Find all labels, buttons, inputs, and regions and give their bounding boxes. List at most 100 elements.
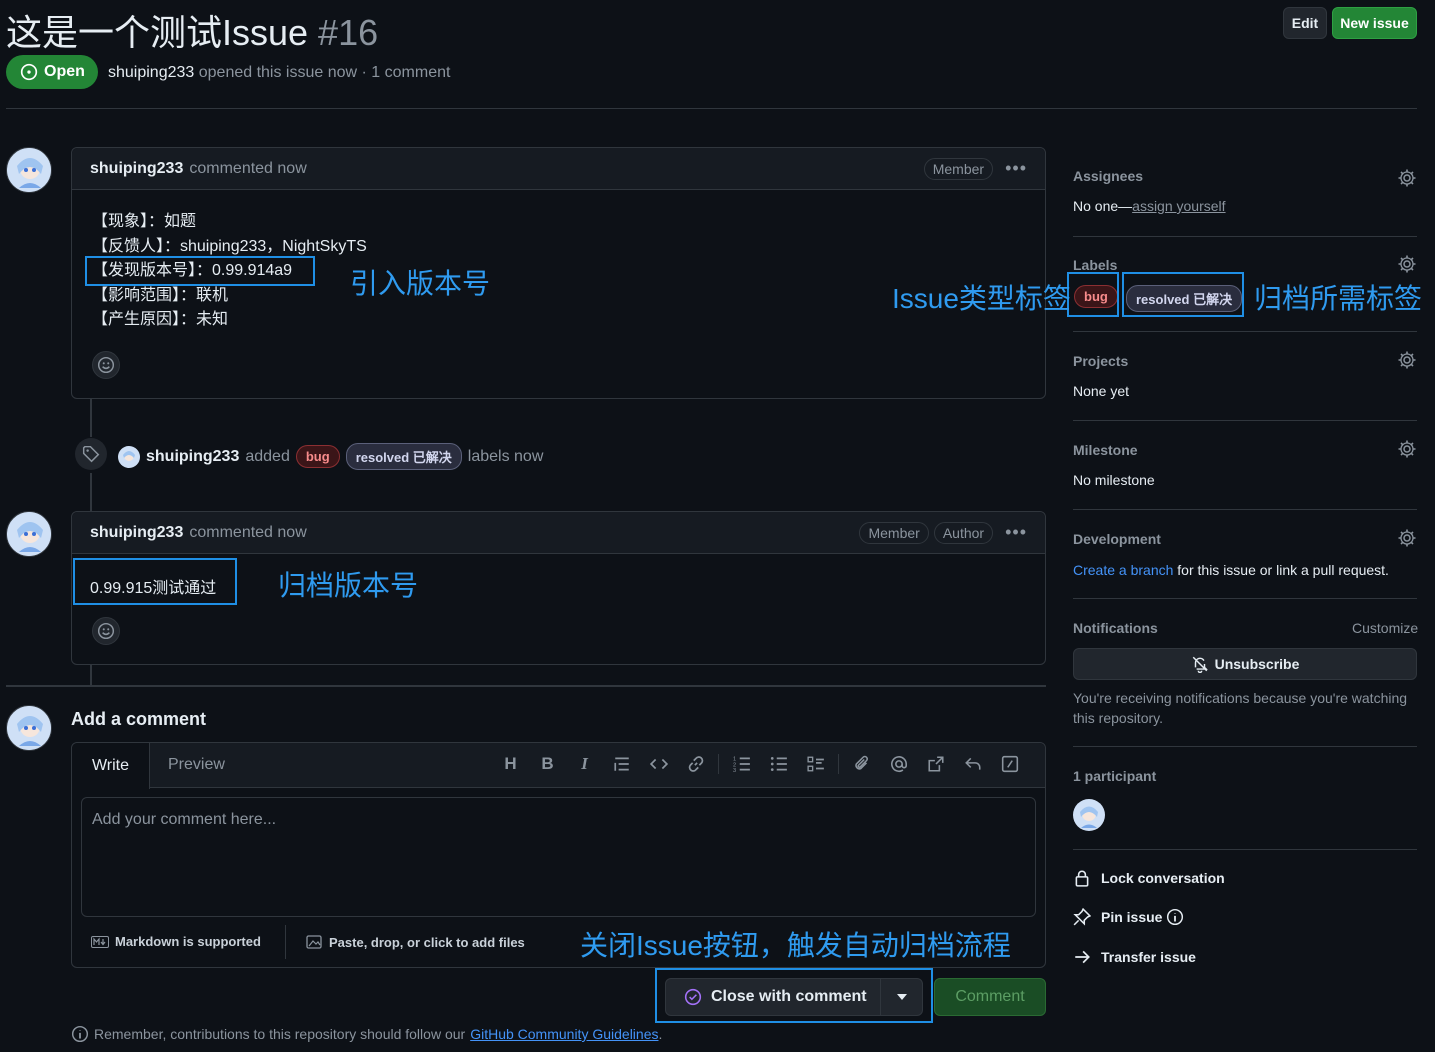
assign-yourself-link[interactable]: assign yourself	[1132, 198, 1225, 214]
add-reaction-button[interactable]	[92, 351, 120, 379]
attach-icon[interactable]	[843, 755, 880, 773]
unsubscribe-button[interactable]: Unsubscribe	[1073, 648, 1417, 680]
gear-icon[interactable]	[1397, 439, 1417, 459]
formatting-toolbar: H B I 123	[492, 754, 1028, 774]
label-event: shuiping233 added bug resolved 已解决 label…	[118, 443, 543, 470]
sidebar-divider	[1073, 236, 1417, 237]
transfer-label: Transfer issue	[1101, 949, 1196, 965]
comment-author[interactable]: shuiping233	[90, 160, 183, 178]
ordered-list-icon[interactable]: 123	[723, 755, 760, 773]
unordered-list-icon[interactable]	[760, 755, 797, 773]
code-icon[interactable]	[640, 755, 677, 773]
transfer-issue-button[interactable]: Transfer issue	[1073, 948, 1196, 966]
tab-preview[interactable]: Preview	[168, 756, 225, 774]
avatar[interactable]	[6, 147, 52, 193]
comment-textarea[interactable]: Add your comment here...	[81, 797, 1036, 917]
pin-label: Pin issue	[1101, 909, 1163, 925]
image-icon	[306, 935, 322, 949]
annotation-version-intro: 引入版本号	[350, 268, 491, 299]
participant-avatar[interactable]	[1073, 799, 1105, 831]
comment-header: shuiping233 commented now Member Author …	[72, 512, 1045, 554]
highlight-box	[655, 968, 933, 1023]
sidebar-divider	[1073, 849, 1417, 850]
customize-link[interactable]: Customize	[1352, 620, 1418, 636]
notification-note: You're receiving notifications because y…	[1073, 690, 1408, 726]
italic-icon[interactable]: I	[566, 754, 603, 774]
file-upload-note[interactable]: Paste, drop, or click to add files	[305, 934, 525, 950]
milestone-heading: Milestone	[1073, 442, 1138, 458]
more-options-icon[interactable]: •••	[1005, 158, 1027, 179]
guidelines-link[interactable]: GitHub Community Guidelines	[470, 1026, 658, 1042]
development-text: for this issue or link a pull request.	[1177, 562, 1389, 578]
create-branch-link[interactable]: Create a branch	[1073, 562, 1173, 578]
add-reaction-button[interactable]	[92, 617, 120, 645]
projects-value: None yet	[1073, 383, 1130, 399]
member-badge: Member	[923, 157, 994, 180]
composer-heading: Add a comment	[71, 709, 207, 729]
label-bug[interactable]: bug	[295, 445, 340, 468]
mention-icon[interactable]	[880, 755, 917, 773]
sidebar-assignees: Assignees No one—assign yourself	[1073, 168, 1417, 214]
markdown-note-text: Markdown is supported	[115, 934, 261, 949]
comment-button[interactable]: Comment	[934, 978, 1046, 1016]
member-badge: Member	[859, 521, 929, 544]
avatar[interactable]	[6, 705, 52, 751]
issue-state-badge: Open	[6, 55, 98, 89]
info-icon[interactable]	[1166, 908, 1184, 926]
cross-reference-icon[interactable]	[917, 755, 954, 773]
header-divider	[6, 108, 1417, 109]
task-list-icon[interactable]	[797, 755, 834, 773]
milestone-value: No milestone	[1073, 472, 1155, 488]
bold-icon[interactable]: B	[529, 754, 566, 774]
footer-end: .	[658, 1026, 663, 1042]
annotation-archive-version: 归档版本号	[278, 570, 419, 601]
tab-write[interactable]: Write	[72, 743, 150, 789]
annotation-archive-label: 归档所需标签	[1254, 283, 1423, 314]
avatar[interactable]	[118, 445, 140, 468]
avatar[interactable]	[6, 511, 52, 557]
comment-time[interactable]: commented now	[189, 160, 306, 178]
event-author[interactable]: shuiping233	[146, 448, 239, 466]
lock-label: Lock conversation	[1101, 870, 1225, 886]
quote-icon[interactable]	[603, 755, 640, 773]
heading-icon[interactable]: H	[492, 754, 529, 774]
pin-issue-button[interactable]: Pin issue	[1073, 908, 1184, 926]
issue-title-text: 这是一个测试Issue	[6, 12, 309, 53]
gear-icon[interactable]	[1397, 528, 1417, 548]
footer-divider	[285, 925, 286, 959]
highlight-box	[73, 558, 237, 605]
issue-author-link[interactable]: shuiping233	[108, 64, 194, 81]
sidebar-divider	[1073, 509, 1417, 510]
lock-conversation-button[interactable]: Lock conversation	[1073, 869, 1225, 887]
issue-number: #16	[318, 12, 379, 53]
comment-line: 【现象】：如题	[92, 213, 197, 230]
event-suffix: labels now	[467, 447, 544, 465]
smiley-icon	[97, 622, 115, 640]
toolbar-divider	[838, 754, 839, 774]
issue-meta: shuiping233 opened this issue now · 1 co…	[108, 64, 450, 82]
toolbar-divider	[718, 754, 719, 774]
gear-icon[interactable]	[1397, 350, 1417, 370]
gear-icon[interactable]	[1397, 254, 1417, 274]
edit-button[interactable]: Edit	[1283, 7, 1327, 39]
issue-state-label: Open	[44, 63, 85, 80]
development-heading: Development	[1073, 531, 1161, 547]
tag-event-icon-wrap	[75, 438, 107, 470]
more-options-icon[interactable]: •••	[1005, 522, 1027, 543]
new-issue-button[interactable]: New issue	[1332, 7, 1417, 39]
comment-header: shuiping233 commented now Member •••	[72, 148, 1045, 190]
timeline-divider	[6, 685, 1046, 687]
link-icon[interactable]	[677, 755, 714, 773]
arrow-right-icon	[1075, 950, 1090, 964]
highlight-box	[1122, 272, 1244, 317]
assignees-heading: Assignees	[1073, 168, 1144, 184]
gear-icon[interactable]	[1397, 168, 1417, 188]
comment-time[interactable]: commented now	[189, 524, 306, 542]
saved-reply-icon[interactable]	[954, 755, 991, 773]
file-upload-text: Paste, drop, or click to add files	[329, 934, 525, 950]
slash-command-icon[interactable]	[991, 755, 1028, 773]
issue-meta-text: opened this issue now · 1 comment	[198, 64, 451, 81]
markdown-note[interactable]: Markdown is supported	[91, 934, 261, 949]
comment-author[interactable]: shuiping233	[90, 524, 183, 542]
label-resolved[interactable]: resolved 已解决	[345, 443, 462, 470]
